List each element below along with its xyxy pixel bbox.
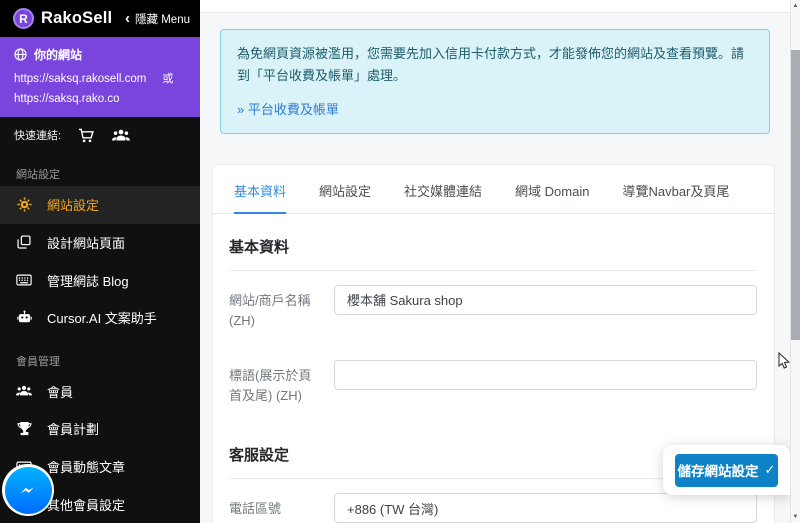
save-panel: 儲存網站設定 ✓ — [663, 445, 790, 495]
sidebar-item-member-plans[interactable]: 會員計劃 — [0, 410, 200, 448]
your-site-title: 你的網站 — [34, 46, 82, 63]
sidebar: R RakoSell ‹ 隱藏 Menu 你的網站 https://saksq.… — [0, 0, 200, 523]
slogan-input[interactable] — [334, 360, 757, 390]
sidebar-item-cursor-ai[interactable]: Cursor.AI 文案助手 — [0, 299, 200, 337]
scrollbar-down-arrow-icon[interactable]: ▼ — [791, 512, 800, 522]
messenger-chat-button[interactable] — [2, 464, 54, 516]
vertical-scrollbar: ▲ ▼ — [790, 0, 800, 523]
keyboard-icon — [16, 274, 32, 286]
or-text: 或 — [162, 73, 173, 85]
tab-site-settings[interactable]: 網站設定 — [319, 165, 371, 214]
menu-section-member-management: 會員管理 — [0, 337, 200, 373]
messenger-icon — [5, 467, 52, 514]
quick-links-label: 快速連結: — [14, 127, 61, 143]
gear-icon — [16, 197, 32, 212]
sidebar-item-label: 設計網站頁面 — [47, 233, 125, 252]
shop-name-input[interactable] — [334, 285, 757, 315]
sidebar-item-label: 其他會員設定 — [47, 495, 125, 514]
form-row-shop-name: 網站/商戶名稱 (ZH) — [229, 285, 757, 331]
sidebar-item-label: 會員動態文章 — [47, 457, 125, 476]
tab-basic-info[interactable]: 基本資料 — [234, 165, 286, 214]
sidebar-item-label: 網站設定 — [47, 195, 99, 214]
site-url-secondary[interactable]: https://saksq.rako.co — [14, 93, 186, 105]
your-site-panel: 你的網站 https://saksq.rakosell.com或 https:/… — [0, 37, 200, 117]
rakosell-logo-icon: R — [13, 8, 34, 29]
billing-alert-link[interactable]: » 平台收費及帳單 — [237, 99, 339, 118]
cart-icon[interactable] — [78, 128, 95, 143]
scrollbar-up-arrow-icon[interactable]: ▲ — [791, 1, 800, 11]
trophy-icon — [16, 421, 32, 436]
chevron-left-icon: ‹ — [125, 11, 130, 26]
tab-domain[interactable]: 網域 Domain — [515, 165, 589, 214]
sidebar-item-label: 管理網誌 Blog — [47, 271, 129, 290]
save-site-settings-button[interactable]: 儲存網站設定 ✓ — [675, 454, 778, 487]
members-icon[interactable] — [112, 129, 130, 142]
sidebar-item-design-pages[interactable]: 設計網站頁面 — [0, 224, 200, 262]
sidebar-item-blog[interactable]: 管理網誌 Blog — [0, 261, 200, 299]
sidebar-item-label: 會員計劃 — [47, 419, 99, 438]
site-url-primary[interactable]: https://saksq.rakosell.com或 — [14, 70, 186, 86]
billing-alert-message: 為免網頁資源被濫用，您需要先加入信用卡付款方式，才能發佈您的網站及查看預覽。請到… — [237, 43, 753, 87]
users-icon — [16, 385, 32, 397]
tab-navbar-footer[interactable]: 導覽Navbar及頁尾 — [622, 165, 729, 214]
settings-tabs: 基本資料 網站設定 社交媒體連結 網域 Domain 導覽Navbar及頁尾 — [213, 165, 774, 214]
globe-icon — [14, 48, 27, 61]
hide-menu-button[interactable]: ‹ 隱藏 Menu — [125, 11, 190, 27]
pages-icon — [16, 235, 32, 249]
sidebar-item-members[interactable]: 會員 — [0, 373, 200, 411]
sidebar-item-label: 會員 — [47, 382, 73, 401]
tab-social-links[interactable]: 社交媒體連結 — [404, 165, 482, 214]
form-row-phone-code: 電話區號 — [229, 493, 757, 523]
check-icon: ✓ — [765, 462, 776, 478]
phone-code-select[interactable] — [334, 493, 757, 523]
brand-name: RakoSell — [41, 9, 112, 28]
top-header-strip — [200, 0, 800, 13]
shop-name-label: 網站/商戶名稱 (ZH) — [229, 285, 324, 331]
quick-links-bar: 快速連結: — [0, 117, 200, 153]
form-row-slogan: 標語(展示於頁首及尾) (ZH) — [229, 360, 757, 406]
phone-code-label: 電話區號 — [229, 493, 324, 523]
app-window: R RakoSell ‹ 隱藏 Menu 你的網站 https://saksq.… — [0, 0, 800, 523]
logo-letter: R — [19, 12, 28, 26]
save-button-label: 儲存網站設定 — [678, 460, 759, 480]
sidebar-header: R RakoSell ‹ 隱藏 Menu — [0, 0, 200, 37]
hide-menu-label: 隱藏 Menu — [135, 11, 190, 27]
billing-alert: 為免網頁資源被濫用，您需要先加入信用卡付款方式，才能發佈您的網站及查看預覽。請到… — [220, 29, 770, 134]
robot-icon — [16, 310, 32, 325]
sidebar-item-site-settings[interactable]: 網站設定 — [0, 186, 200, 224]
slogan-label: 標語(展示於頁首及尾) (ZH) — [229, 360, 324, 406]
scrollbar-thumb[interactable] — [791, 50, 800, 340]
section-heading-basic-info: 基本資料 — [229, 236, 757, 271]
sidebar-item-label: Cursor.AI 文案助手 — [47, 308, 157, 327]
menu-section-site-settings: 網站設定 — [0, 153, 200, 186]
